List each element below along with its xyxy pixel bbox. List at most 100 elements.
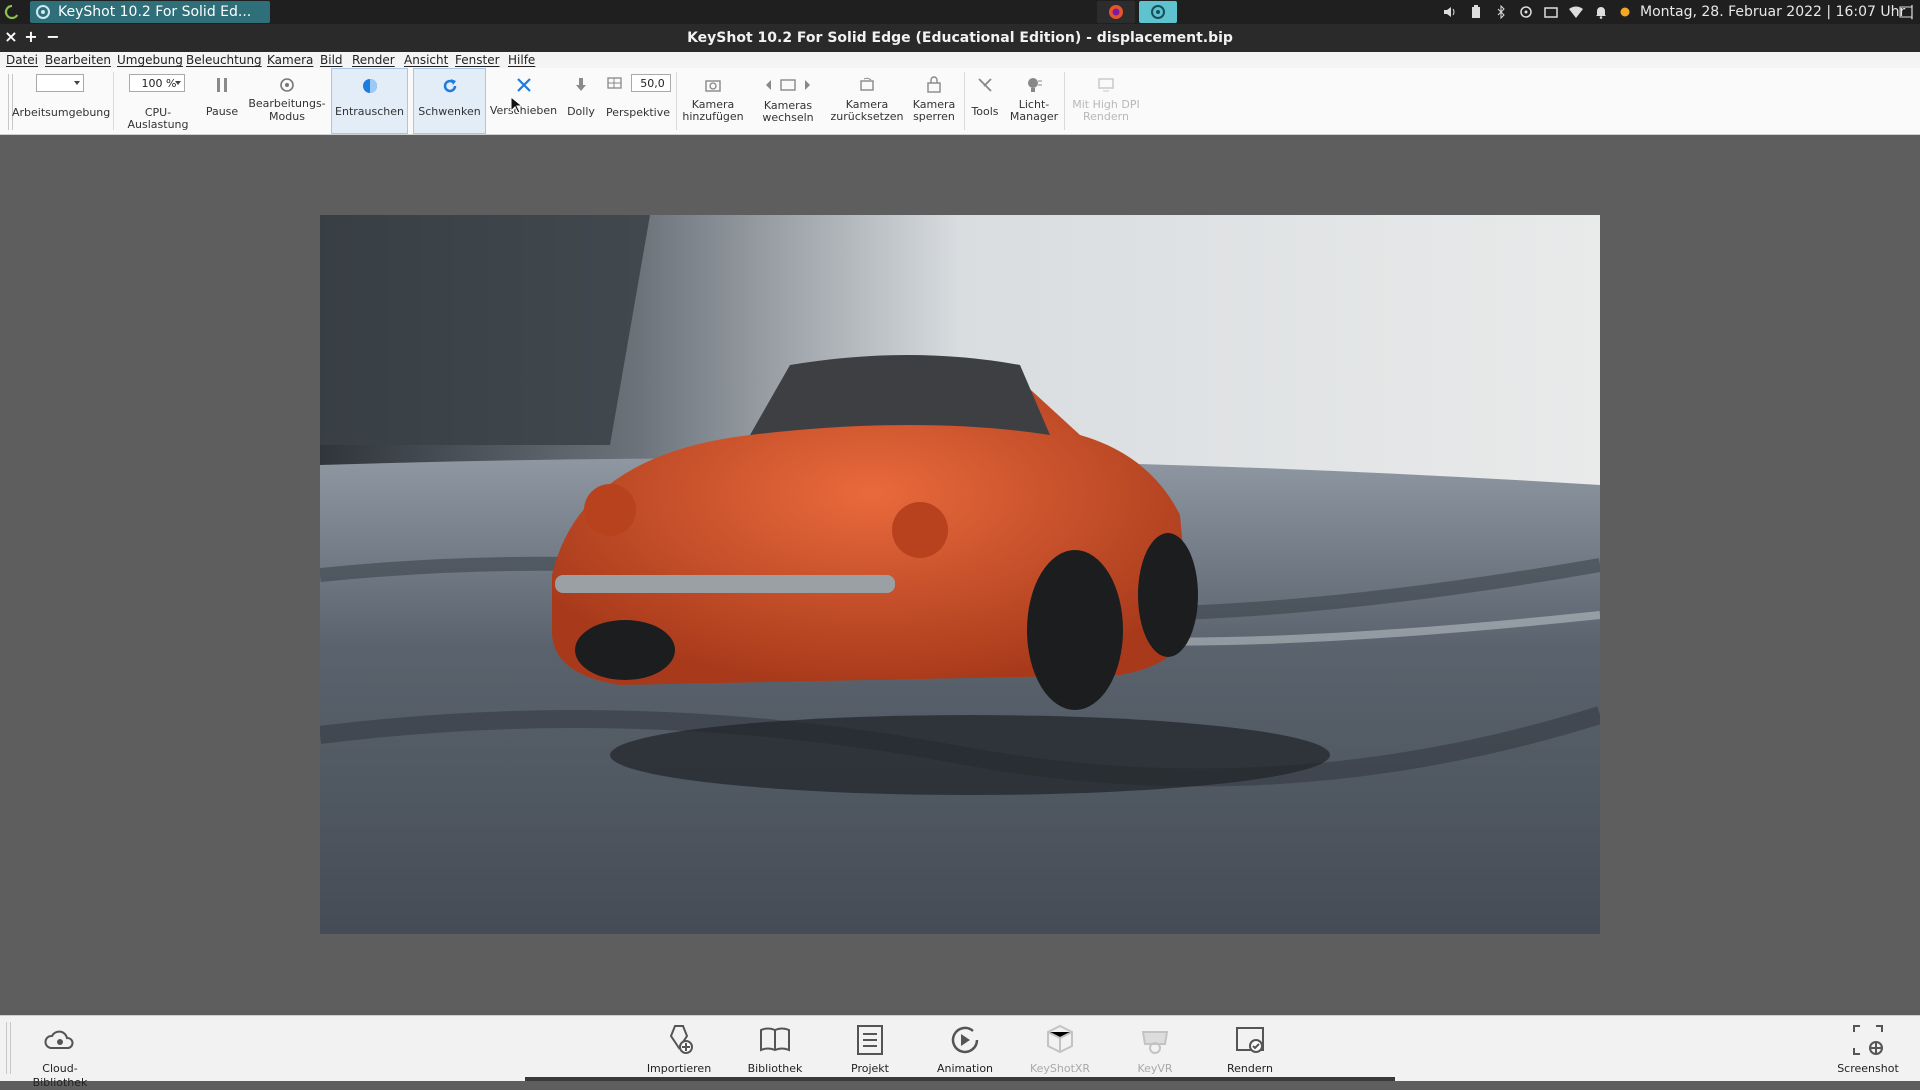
firefox-launcher[interactable] (1097, 1, 1135, 23)
tools-icon (978, 78, 992, 92)
clock[interactable]: Montag, 28. Februar 2022 | 16:07 Uhr | (1640, 0, 1914, 24)
rendern-button[interactable]: Rendern (1210, 1016, 1290, 1081)
chevron-down-icon (175, 81, 181, 85)
bearbeitungs-modus-button[interactable]: Bearbeitungs- Modus (246, 68, 328, 134)
menu-hilfe[interactable]: Hilfe (508, 53, 535, 67)
dolly-label: Dolly (567, 105, 595, 118)
wifi-icon[interactable] (1568, 4, 1584, 20)
render-viewport[interactable] (0, 135, 1920, 1015)
menu-fenster[interactable]: Fenster (455, 53, 500, 67)
system-panel: KeyShot 10.2 For Solid Ed... Montag, 28.… (0, 0, 1920, 24)
menu-bar: Datei Bearbeiten Umgebung Beleuchtung Ka… (0, 52, 1920, 68)
licht-manager-line2: Manager (1009, 110, 1059, 123)
kamera-sperren-line2: sperren (913, 110, 955, 123)
project-icon (857, 1025, 883, 1055)
switch-camera-icon (766, 79, 810, 91)
menu-datei[interactable]: Datei (6, 53, 38, 67)
rendern-label: Rendern (1227, 1062, 1273, 1075)
projekt-button[interactable]: Projekt (830, 1016, 910, 1081)
dock-grip[interactable] (6, 1022, 11, 1074)
animation-button[interactable]: Animation (925, 1016, 1005, 1081)
animation-label: Animation (936, 1062, 994, 1075)
dock-scrollbar[interactable] (525, 1077, 1395, 1081)
window-switcher-icon[interactable] (1543, 4, 1559, 20)
pause-icon (217, 78, 227, 92)
cloud-bibliothek-button[interactable]: Cloud-Bibliothek (18, 1016, 102, 1089)
pause-button[interactable]: Pause (202, 68, 242, 134)
high-dpi-render-button[interactable]: Mit High DPI Rendern (1066, 68, 1146, 134)
perspektive-value-field[interactable]: 50,0 (631, 74, 671, 92)
menu-kamera[interactable]: Kamera (267, 53, 313, 67)
perspektive-label: Perspektive (605, 106, 671, 119)
cpu-auslastung-label: CPU-Auslastung (127, 106, 189, 131)
cpu-auslastung-control: 100 % CPU-Auslastung (115, 68, 201, 134)
status-dot-icon (1617, 4, 1633, 20)
keyshot-launcher[interactable] (1139, 1, 1177, 23)
perspektive-control: 50,0 Perspektive (603, 68, 673, 134)
edit-mode-icon (280, 78, 294, 92)
bluetooth-icon[interactable] (1493, 4, 1509, 20)
render-icon (1236, 1027, 1264, 1053)
ribbon-separator (676, 72, 677, 130)
keyvr-button[interactable]: KeyVR (1115, 1016, 1195, 1081)
menu-umgebung[interactable]: Umgebung (117, 53, 183, 67)
notification-bell-icon[interactable] (1593, 4, 1609, 20)
menu-ansicht[interactable]: Ansicht (404, 53, 448, 67)
volume-icon[interactable] (1442, 4, 1458, 20)
monitor-icon (1098, 78, 1114, 92)
cpu-auslastung-dropdown[interactable]: 100 % (129, 74, 185, 92)
kamera-hinzufuegen-button[interactable]: Kamera hinzufügen (680, 68, 746, 134)
screenshot-button[interactable]: Screenshot (1828, 1016, 1908, 1081)
menu-render[interactable]: Render (352, 53, 395, 67)
render-image[interactable] (320, 215, 1600, 934)
keyshotxr-label: KeyShotXR (1029, 1062, 1091, 1075)
dolly-button[interactable]: Dolly (562, 68, 600, 134)
kameras-wechseln-button[interactable]: Kameras wechseln (750, 68, 826, 134)
arbeitsumgebung-label: Arbeitsumgebung (12, 106, 111, 119)
app-menu-icon[interactable] (4, 4, 20, 20)
mouse-cursor-icon (510, 96, 522, 114)
menu-beleuchtung[interactable]: Beleuchtung (186, 53, 262, 67)
window-titlebar[interactable]: × + − KeyShot 10.2 For Solid Edge (Educa… (0, 24, 1920, 52)
kamera-zuruecksetzen-button[interactable]: Kamera zurücksetzen (829, 68, 905, 134)
taskbar-item-label: KeyShot 10.2 For Solid Ed... (58, 4, 252, 20)
kamera-zuruecksetzen-line2: zurücksetzen (830, 110, 904, 123)
high-dpi-line2: Rendern (1083, 110, 1129, 123)
show-desktop-icon[interactable] (1898, 4, 1914, 20)
network-manager-icon[interactable] (1518, 4, 1534, 20)
cloud-library-icon (44, 1030, 74, 1049)
importieren-label: Importieren (646, 1062, 712, 1075)
bottom-dock: Cloud-Bibliothek Importieren Bibliothek … (0, 1015, 1920, 1089)
menu-bearbeiten[interactable]: Bearbeiten (45, 53, 111, 67)
keyshotxr-button[interactable]: KeyShotXR (1020, 1016, 1100, 1081)
keyshot-tray-icon (1151, 5, 1165, 19)
verschieben-button[interactable]: Verschieben (489, 68, 558, 134)
cloud-bibliothek-label: Cloud-Bibliothek (32, 1062, 88, 1089)
schwenken-button[interactable]: Schwenken (413, 68, 486, 134)
menu-bild[interactable]: Bild (320, 53, 343, 67)
battery-icon[interactable] (1468, 4, 1484, 20)
arbeitsumgebung-dropdown[interactable] (36, 74, 84, 92)
screenshot-label: Screenshot (1837, 1062, 1899, 1075)
firefox-icon (1109, 5, 1123, 19)
animation-play-icon (951, 1026, 979, 1054)
taskbar-item-keyshot[interactable]: KeyShot 10.2 For Solid Ed... (30, 1, 270, 23)
library-book-icon (760, 1027, 790, 1052)
ribbon-toolbar: Arbeitsumgebung 100 % CPU-Auslastung Pau… (0, 68, 1920, 135)
ribbon-separator (113, 72, 114, 130)
licht-manager-button[interactable]: Licht- Manager (1006, 68, 1062, 134)
import-icon (669, 1025, 693, 1054)
projekt-label: Projekt (851, 1062, 889, 1075)
dolly-arrow-icon (576, 78, 586, 91)
tools-button[interactable]: Tools (966, 68, 1004, 134)
importieren-button[interactable]: Importieren (639, 1016, 719, 1081)
schwenken-label: Schwenken (418, 105, 481, 118)
window-title: KeyShot 10.2 For Solid Edge (Educational… (687, 30, 1233, 46)
chevron-down-icon (74, 81, 80, 85)
entrauschen-button[interactable]: Entrauschen (331, 68, 408, 134)
kamera-sperren-button[interactable]: Kamera sperren (908, 68, 960, 134)
reset-camera-icon (860, 77, 874, 91)
kameras-wechseln-line2: wechseln (762, 111, 814, 124)
rotate-icon (443, 79, 456, 93)
bibliothek-button[interactable]: Bibliothek (735, 1016, 815, 1081)
